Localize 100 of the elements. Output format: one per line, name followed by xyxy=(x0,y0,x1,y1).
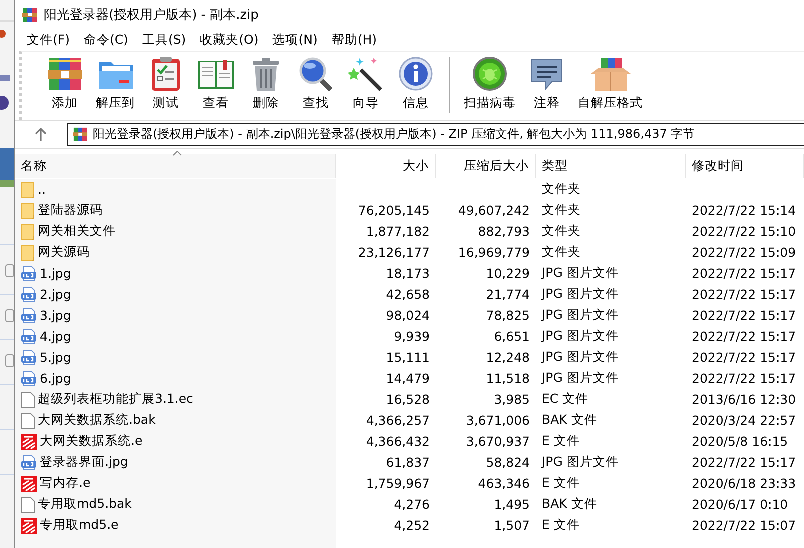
column-header[interactable]: 大小 xyxy=(336,154,436,178)
info-icon xyxy=(397,56,435,92)
address-field[interactable]: 阳光登录器(授权用户版本) - 副本.zip\阳光登录器(授权用户版本) - ZIP 压缩文件, 解包大小为 111,986,437 字节 xyxy=(67,123,804,146)
table-cell: 1,495 xyxy=(494,497,530,512)
table-cell: 882,793 xyxy=(478,224,530,239)
menu-item[interactable]: 工具(S) xyxy=(135,32,194,49)
table-cell: EC 文件 xyxy=(542,391,589,406)
table-cell: JPG 图片文件 xyxy=(542,349,619,364)
file-name[interactable]: 大网关数据系统.bak xyxy=(38,412,156,429)
table-cell: 3,985 xyxy=(494,392,530,407)
table-cell: JPG 图片文件 xyxy=(542,307,619,322)
archive-icon xyxy=(73,127,88,142)
table-cell: 文件夹 xyxy=(542,223,581,238)
file-name[interactable]: 超级列表框功能扩展3.1.ec xyxy=(38,391,194,408)
file-name[interactable]: 写内存.e xyxy=(40,475,91,492)
toolbar-button[interactable]: 查看 xyxy=(191,52,241,112)
toolbar-button[interactable]: 信息 xyxy=(391,52,441,112)
table-cell: 12,248 xyxy=(486,350,530,365)
table-cell: 2020/5/8 16:15 xyxy=(692,434,788,449)
e-file-icon xyxy=(21,434,37,450)
column-header[interactable]: 压缩后大小 xyxy=(436,154,536,178)
table-cell: 文件夹 xyxy=(542,244,581,259)
file-name[interactable]: 4.jpg xyxy=(40,329,72,344)
image-file-icon xyxy=(21,454,37,470)
table-cell: 16,528 xyxy=(386,392,430,407)
table-cell: 3,670,937 xyxy=(466,434,530,449)
file-name[interactable]: 网关源码 xyxy=(38,244,90,261)
table-cell: BAK 文件 xyxy=(542,412,598,427)
table-cell: 1,759,967 xyxy=(366,476,430,491)
table-cell: 2022/7/22 15:07 xyxy=(692,518,796,533)
toolbar-button[interactable]: 添加 xyxy=(40,52,90,112)
file-icon xyxy=(21,412,35,428)
toolbar-button[interactable]: 删除 xyxy=(241,52,291,112)
file-name[interactable]: 网关相关文件 xyxy=(38,223,116,240)
folder-icon xyxy=(21,202,35,218)
table-cell: 6,651 xyxy=(494,329,530,344)
file-name[interactable]: 5.jpg xyxy=(40,350,72,365)
box-icon xyxy=(588,56,632,92)
table-cell: 463,346 xyxy=(478,476,530,491)
table-cell: 78,825 xyxy=(486,308,530,323)
table-cell: 2020/6/17 0:10 xyxy=(692,497,788,512)
toolbar-button[interactable]: 向导 xyxy=(341,52,391,112)
table-cell: 2022/7/22 15:14 xyxy=(692,203,796,218)
table-cell: 2022/7/22 15:17 xyxy=(692,266,796,281)
table-cell: 2013/6/16 12:30 xyxy=(692,392,796,407)
magic-wand-icon xyxy=(347,56,385,92)
table-cell: 98,024 xyxy=(386,308,430,323)
toolbar-button[interactable]: 解压到 xyxy=(90,52,141,112)
table-cell: 9,939 xyxy=(394,329,430,344)
table-cell: 2022/7/22 15:17 xyxy=(692,287,796,302)
image-file-icon xyxy=(21,350,37,366)
menu-item[interactable]: 命令(C) xyxy=(76,32,136,49)
file-name[interactable]: 2.jpg xyxy=(40,287,72,302)
table-cell: 58,824 xyxy=(486,455,530,470)
image-file-icon xyxy=(21,308,37,324)
menu-item[interactable]: 选项(N) xyxy=(266,32,325,49)
file-name[interactable]: 1.jpg xyxy=(40,266,72,281)
table-cell: E 文件 xyxy=(542,433,580,448)
menu-item[interactable]: 帮助(H) xyxy=(324,32,384,49)
table-cell: 2022/7/22 15:17 xyxy=(692,455,796,470)
toolbar-button[interactable]: 注释 xyxy=(522,52,572,112)
menu-item[interactable]: 文件(F) xyxy=(20,32,77,49)
table-cell: 61,837 xyxy=(386,455,430,470)
file-name[interactable]: 登录器界面.jpg xyxy=(40,454,128,471)
file-name[interactable]: 3.jpg xyxy=(40,308,72,323)
menu-item[interactable]: 收藏夹(O) xyxy=(193,32,266,49)
column-header[interactable]: 类型 xyxy=(536,154,686,178)
folder-icon xyxy=(21,224,35,240)
file-name[interactable]: 专用取md5.bak xyxy=(38,496,132,513)
table-cell: 2020/3/24 22:57 xyxy=(692,413,796,428)
file-name[interactable]: 大网关数据系统.e xyxy=(40,433,143,450)
table-cell: 2022/7/22 15:17 xyxy=(692,350,796,365)
search-icon xyxy=(297,56,335,92)
toolbar-button[interactable]: 测试 xyxy=(141,52,191,112)
toolbar-button[interactable]: 自解压格式 xyxy=(572,52,649,112)
file-name[interactable]: 登陆器源码 xyxy=(38,202,103,219)
toolbar-button[interactable]: 查找 xyxy=(291,52,341,112)
file-name[interactable]: 6.jpg xyxy=(40,371,72,386)
table-cell: 2022/7/22 15:17 xyxy=(692,308,796,323)
table-cell: 18,173 xyxy=(386,266,430,281)
file-name[interactable]: 专用取md5.e xyxy=(40,517,119,534)
up-arrow-icon[interactable] xyxy=(35,128,47,141)
table-cell: 4,366,257 xyxy=(366,413,430,428)
e-file-icon xyxy=(21,518,37,534)
e-file-icon xyxy=(21,476,37,492)
table-cell: 2022/7/22 15:09 xyxy=(692,245,796,260)
column-header[interactable]: 修改时间 xyxy=(686,154,804,178)
toolbar-button[interactable]: 扫描病毒 xyxy=(458,52,522,112)
file-icon xyxy=(21,392,35,408)
table-cell: 1,507 xyxy=(494,518,530,533)
folder-icon xyxy=(21,244,35,260)
column-header[interactable]: 名称 xyxy=(15,154,336,178)
table-cell: 15,111 xyxy=(386,350,430,365)
table-cell: E 文件 xyxy=(542,475,580,490)
table-cell: 4,366,432 xyxy=(366,434,430,449)
table-cell: JPG 图片文件 xyxy=(542,328,619,343)
archive-icon xyxy=(22,7,38,23)
file-name[interactable]: .. xyxy=(38,182,46,197)
table-cell: 4,276 xyxy=(394,497,430,512)
table-cell: E 文件 xyxy=(542,517,580,532)
